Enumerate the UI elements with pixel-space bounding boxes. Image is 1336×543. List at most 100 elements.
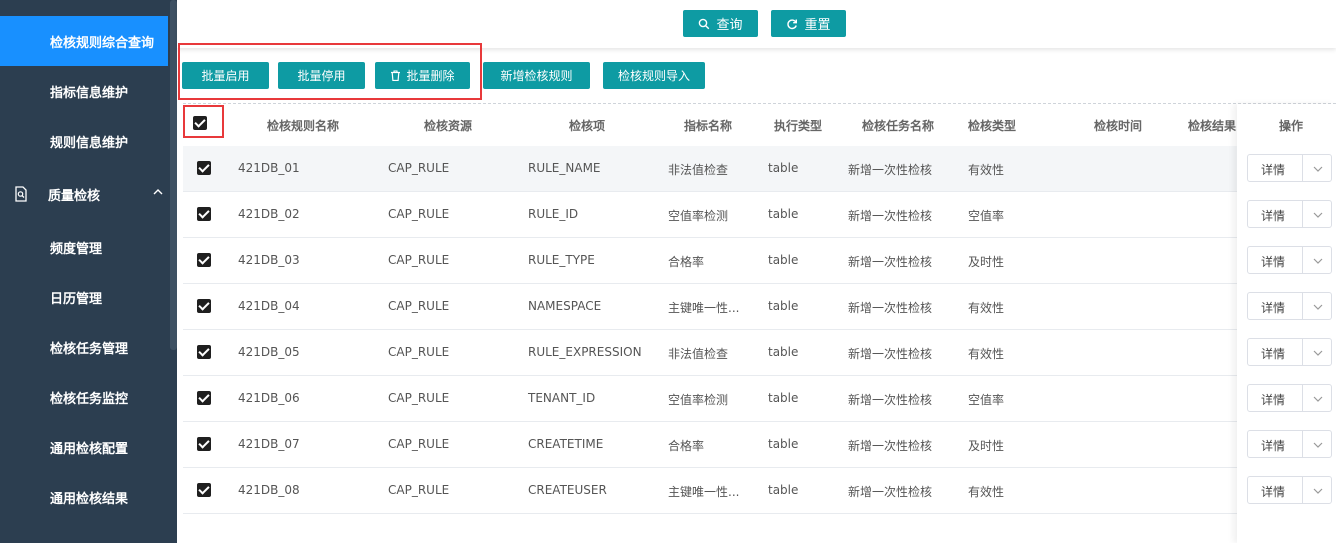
header-task-name: 检核任务名称 [862, 119, 935, 133]
table-row[interactable]: 421DB_04 CAP_RULE NAMESPACE 主键唯一性... tab… [183, 284, 1336, 330]
row-checkbox[interactable] [197, 253, 211, 267]
detail-button[interactable]: 详情 [1261, 299, 1285, 316]
chevron-down-icon[interactable] [1305, 209, 1331, 221]
sidebar-item-task-manage[interactable]: 检核任务管理 [0, 322, 168, 372]
cell-item: RULE_ID [528, 207, 579, 221]
cell-exec-type: table [768, 483, 799, 497]
sidebar-item-label: 频度管理 [50, 241, 103, 257]
cell-resource: CAP_RULE [388, 483, 450, 497]
divider [1302, 155, 1303, 181]
cell-exec-type: table [768, 437, 799, 451]
table-row[interactable]: 421DB_03 CAP_RULE RULE_TYPE 合格率 table 新增… [183, 238, 1336, 284]
row-checkbox[interactable] [197, 345, 211, 359]
cell-task-name: 新增一次性检核 [848, 163, 933, 177]
detail-button[interactable]: 详情 [1261, 483, 1285, 500]
detail-button-group: 详情 [1247, 200, 1332, 228]
sidebar-item-calendar[interactable]: 日历管理 [0, 272, 168, 322]
sidebar-scrollbar[interactable] [170, 0, 177, 350]
detail-button[interactable]: 详情 [1261, 253, 1285, 270]
cell-item: TENANT_ID [528, 391, 596, 405]
cell-item: CREATEUSER [528, 483, 607, 497]
detail-button[interactable]: 详情 [1261, 207, 1285, 224]
chevron-up-icon [153, 189, 163, 195]
cell-check-type: 及时性 [968, 255, 1005, 269]
sidebar: 检核规则综合查询 指标信息维护 规则信息维护 质量检核 频度管理 日历管理 检核… [0, 0, 177, 543]
chevron-down-icon[interactable] [1305, 301, 1331, 313]
query-button-label: 查询 [716, 18, 743, 33]
cell-item: RULE_NAME [528, 161, 601, 175]
table-row[interactable]: 421DB_07 CAP_RULE CREATETIME 合格率 table 新… [183, 422, 1336, 468]
cell-task-name: 新增一次性检核 [848, 439, 933, 453]
cell-metric: 合格率 [668, 255, 705, 269]
row-checkbox[interactable] [197, 299, 211, 313]
table-row[interactable]: 421DB_01 CAP_RULE RULE_NAME 非法值检查 table … [183, 146, 1336, 192]
import-rule-button[interactable]: 检核规则导入 [603, 62, 705, 89]
sidebar-item-label: 指标信息维护 [50, 85, 129, 101]
cell-exec-type: table [768, 253, 799, 267]
cell-rule-name: 421DB_07 [238, 437, 300, 451]
cell-item: NAMESPACE [528, 299, 602, 313]
row-checkbox[interactable] [197, 483, 211, 497]
reset-button[interactable]: 重置 [771, 10, 846, 37]
cell-task-name: 新增一次性检核 [848, 347, 933, 361]
cell-rule-name: 421DB_08 [238, 483, 300, 497]
row-checkbox[interactable] [197, 437, 211, 451]
sidebar-item-rule-query[interactable]: 检核规则综合查询 [0, 16, 168, 66]
cell-metric: 主键唯一性... [668, 485, 740, 499]
table-row[interactable]: 421DB_05 CAP_RULE RULE_EXPRESSION 非法值检查 … [183, 330, 1336, 376]
header-check-type: 检核类型 [968, 119, 1017, 133]
cell-item: CREATETIME [528, 437, 604, 451]
chevron-down-icon[interactable] [1305, 347, 1331, 359]
sidebar-item-frequency[interactable]: 频度管理 [0, 222, 168, 272]
header-rule-name: 检核规则名称 [267, 119, 340, 133]
cell-item: RULE_EXPRESSION [528, 345, 642, 359]
cell-metric: 非法值检查 [668, 163, 729, 177]
detail-button[interactable]: 详情 [1261, 161, 1285, 178]
chevron-down-icon[interactable] [1305, 485, 1331, 497]
cell-metric: 空值率检测 [668, 393, 729, 407]
cell-resource: CAP_RULE [388, 391, 450, 405]
detail-button[interactable]: 详情 [1261, 437, 1285, 454]
table-row[interactable]: 421DB_08 CAP_RULE CREATEUSER 主键唯一性... ta… [183, 468, 1336, 514]
chevron-down-icon[interactable] [1305, 393, 1331, 405]
cell-rule-name: 421DB_05 [238, 345, 300, 359]
detail-button[interactable]: 详情 [1261, 391, 1285, 408]
cell-item: RULE_TYPE [528, 253, 595, 267]
cell-exec-type: table [768, 299, 799, 313]
cell-metric: 合格率 [668, 439, 705, 453]
table-row[interactable]: 421DB_02 CAP_RULE RULE_ID 空值率检测 table 新增… [183, 192, 1336, 238]
header-operation: 操作 [1279, 119, 1304, 133]
row-checkbox[interactable] [197, 161, 211, 175]
sidebar-item-rule-info[interactable]: 规则信息维护 [0, 116, 168, 166]
table-row[interactable]: 421DB_06 CAP_RULE TENANT_ID 空值率检测 table … [183, 376, 1336, 422]
add-rule-button[interactable]: 新增检核规则 [483, 62, 590, 89]
detail-button-group: 详情 [1247, 476, 1332, 504]
cell-check-type: 有效性 [968, 485, 1005, 499]
sidebar-group-quality-check[interactable]: 质量检核 [0, 169, 168, 219]
chevron-down-icon[interactable] [1305, 255, 1331, 267]
cell-check-type: 有效性 [968, 163, 1005, 177]
reset-button-label: 重置 [804, 18, 831, 33]
cell-metric: 空值率检测 [668, 209, 729, 223]
query-button[interactable]: 查询 [683, 10, 758, 37]
cell-resource: CAP_RULE [388, 437, 450, 451]
row-checkbox[interactable] [197, 207, 211, 221]
sidebar-item-general-result[interactable]: 通用检核结果 [0, 472, 168, 522]
detail-button[interactable]: 详情 [1261, 345, 1285, 362]
search-icon [699, 18, 710, 29]
sidebar-item-label: 检核任务管理 [50, 341, 129, 357]
cell-metric: 非法值检查 [668, 347, 729, 361]
sidebar-item-label: 日历管理 [50, 291, 103, 307]
cell-rule-name: 421DB_01 [238, 161, 300, 175]
detail-button-group: 详情 [1247, 384, 1332, 412]
divider [1302, 477, 1303, 503]
chevron-down-icon[interactable] [1305, 163, 1331, 175]
sidebar-item-general-config[interactable]: 通用检核配置 [0, 422, 168, 472]
sidebar-item-metric-info[interactable]: 指标信息维护 [0, 66, 168, 116]
sidebar-item-task-monitor[interactable]: 检核任务监控 [0, 372, 168, 422]
divider [1302, 385, 1303, 411]
chevron-down-icon[interactable] [1305, 439, 1331, 451]
sidebar-group-label: 质量检核 [48, 188, 101, 204]
row-checkbox[interactable] [197, 391, 211, 405]
sidebar-item-label: 规则信息维护 [50, 135, 129, 151]
